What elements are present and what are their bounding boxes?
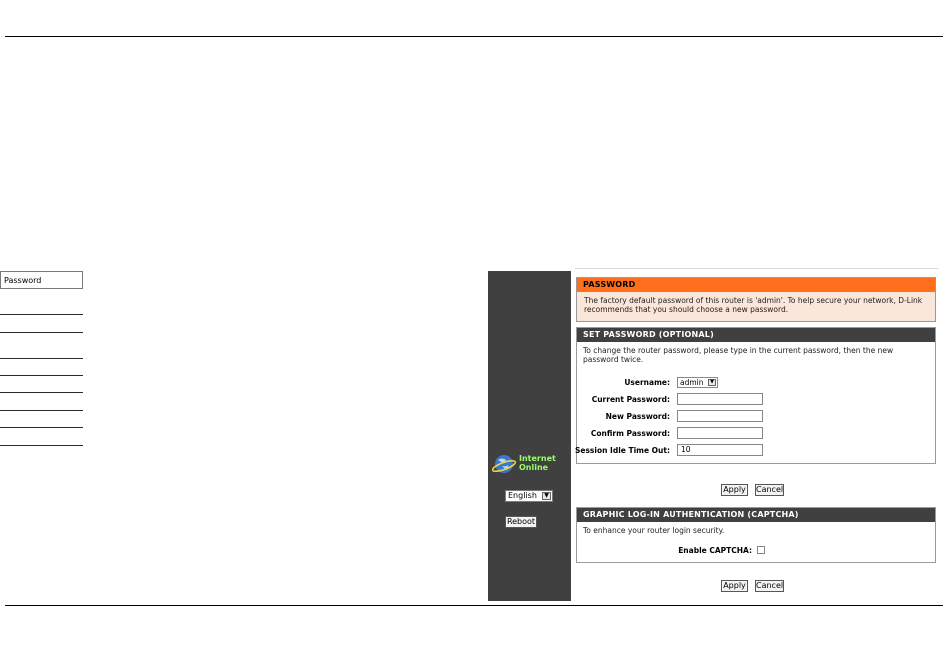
username-select-value: admin xyxy=(680,378,704,387)
top-divider xyxy=(5,36,943,37)
captcha-enable-label: Enable CAPTCHA: xyxy=(678,546,752,555)
username-label: Username: xyxy=(624,378,670,387)
username-row: Username: admin ▼ xyxy=(577,376,935,389)
cancel-button[interactable]: Cancel xyxy=(755,484,784,496)
content-top-line xyxy=(575,268,938,269)
set-password-description: To change the router password, please ty… xyxy=(583,346,894,364)
confirm-password-row: Confirm Password: xyxy=(577,427,935,440)
current-password-row: Current Password: xyxy=(577,393,935,406)
set-password-panel: SET PASSWORD (OPTIONAL) To change the ro… xyxy=(574,327,936,464)
set-password-title: SET PASSWORD (OPTIONAL) xyxy=(577,328,935,342)
session-timeout-row: Session Idle Time Out: 10 xyxy=(574,444,935,457)
sidebar-item-system-log[interactable]: System Log xyxy=(0,393,83,411)
password-section-title: PASSWORD xyxy=(577,278,935,292)
password-section-description: The factory default password of this rou… xyxy=(584,296,923,314)
new-password-field[interactable] xyxy=(677,410,763,422)
bottom-divider xyxy=(5,605,943,606)
confirm-password-label: Confirm Password: xyxy=(590,429,670,438)
internet-status-text: Internet Online xyxy=(519,454,556,472)
reboot-button[interactable]: Reboot xyxy=(505,516,537,528)
session-timeout-label: Session Idle Time Out: xyxy=(574,446,670,455)
apply-button-bottom[interactable]: Apply xyxy=(721,580,748,592)
apply-button[interactable]: Apply xyxy=(721,484,748,496)
internet-status: Internet Online xyxy=(492,452,567,476)
globe-icon xyxy=(492,455,517,473)
current-password-field[interactable] xyxy=(677,393,763,405)
sidebar-item-logout[interactable]: Logout xyxy=(0,428,83,446)
captcha-row: Enable CAPTCHA: xyxy=(577,544,935,557)
internet-status-label: Internet xyxy=(519,454,556,463)
captcha-panel: GRAPHIC LOG-IN AUTHENTICATION (CAPTCHA) … xyxy=(576,507,936,563)
sidebar-item-remote-management[interactable]: Remote Management xyxy=(0,333,83,359)
cancel-button-bottom[interactable]: Cancel xyxy=(755,580,784,592)
new-password-row: New Password: xyxy=(577,410,935,423)
chevron-down-icon: ▼ xyxy=(542,492,551,500)
new-password-label: New Password: xyxy=(605,412,670,421)
current-password-label: Current Password: xyxy=(591,395,670,404)
captcha-checkbox[interactable] xyxy=(757,546,765,554)
password-info-panel: PASSWORD The factory default password of… xyxy=(576,277,936,322)
sidebar-item-save-restore[interactable]: Save/Restore Settings xyxy=(0,291,83,315)
language-select[interactable]: English ▼ xyxy=(505,490,553,502)
sidebar-item-password[interactable]: Password xyxy=(0,271,83,289)
internet-status-value: Online xyxy=(519,463,549,472)
captcha-description: To enhance your router login security. xyxy=(583,526,725,535)
confirm-password-field[interactable] xyxy=(677,427,763,439)
language-select-value: English xyxy=(508,491,537,500)
username-select[interactable]: admin ▼ xyxy=(677,377,718,388)
chevron-down-icon: ▼ xyxy=(708,379,716,386)
session-timeout-field[interactable]: 10 xyxy=(677,444,763,456)
sidebar-item-schedules[interactable]: Schedules xyxy=(0,411,83,428)
sidebar-item-diagnostics[interactable]: Diagnostics xyxy=(0,359,83,376)
sidebar-item-firmware-update[interactable]: Firmware Update xyxy=(0,315,83,333)
sidebar-item-ping-test[interactable]: Ping Test xyxy=(0,376,83,393)
sidebar xyxy=(488,271,571,601)
captcha-title: GRAPHIC LOG-IN AUTHENTICATION (CAPTCHA) xyxy=(577,508,935,522)
